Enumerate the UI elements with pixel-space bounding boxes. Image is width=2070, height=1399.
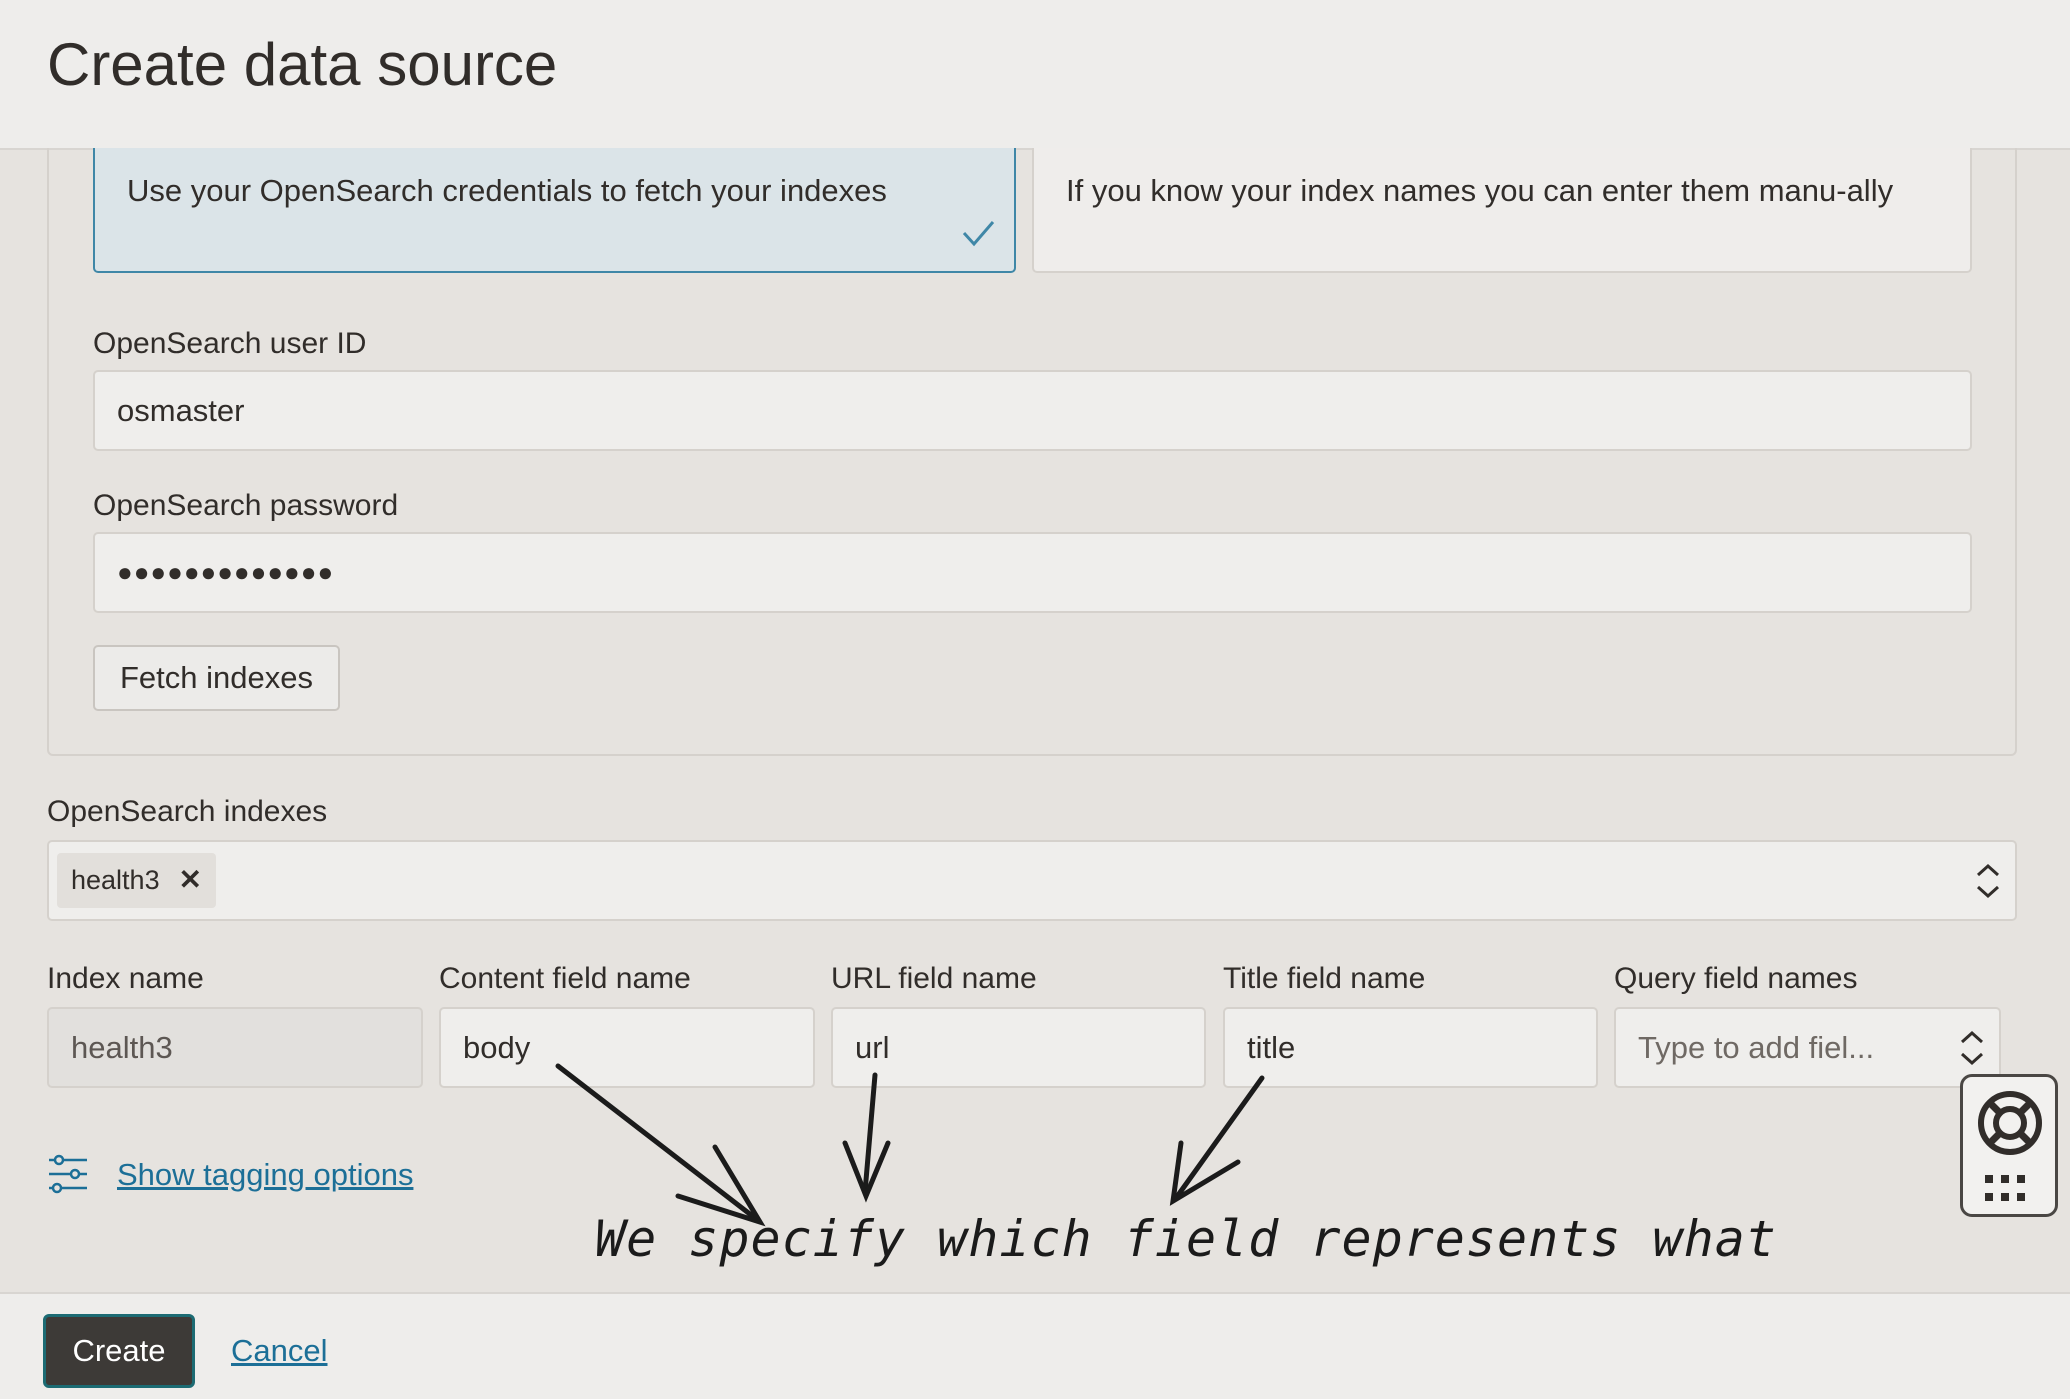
user-id-label: OpenSearch user ID (93, 327, 367, 360)
option-manual-entry[interactable]: If you know your index names you can ent… (1032, 148, 1972, 273)
password-input[interactable]: ●●●●●●●●●●●●● (93, 532, 1972, 613)
checkmark-icon (962, 221, 995, 247)
help-widget[interactable] (1960, 1074, 2058, 1217)
option-fetch-indexes[interactable]: Use your OpenSearch credentials to fetch… (93, 148, 1016, 273)
show-tagging-options-link[interactable]: Show tagging options (117, 1157, 413, 1193)
indexes-label: OpenSearch indexes (47, 795, 328, 828)
index-name-field: health3 (47, 1007, 423, 1088)
option-fetch-label: Use your OpenSearch credentials to fetch… (127, 173, 887, 208)
url-field-input[interactable]: url (831, 1007, 1206, 1088)
query-fields-input[interactable]: Type to add fiel... (1614, 1007, 2001, 1088)
url-field-label: URL field name (831, 962, 1037, 995)
chevron-updown-icon[interactable] (1958, 1028, 1986, 1068)
index-chip: health3 ✕ (57, 853, 216, 908)
chevron-updown-icon[interactable] (1974, 861, 2002, 901)
title-field-label: Title field name (1223, 962, 1426, 995)
annotation-text: We specify which field represents what (595, 1210, 1777, 1268)
create-button[interactable]: Create (43, 1314, 195, 1388)
option-manual-label: If you know your index names you can ent… (1066, 173, 1894, 208)
page-title: Create data source (47, 31, 558, 98)
index-name-label: Index name (47, 962, 204, 995)
sliders-icon (49, 1154, 87, 1194)
password-label: OpenSearch password (93, 489, 399, 522)
title-field-input[interactable]: title (1223, 1007, 1598, 1088)
fetch-indexes-button[interactable]: Fetch indexes (93, 645, 340, 711)
content-field-label: Content field name (439, 962, 691, 995)
content-field-input[interactable]: body (439, 1007, 815, 1088)
cancel-link[interactable]: Cancel (231, 1333, 328, 1369)
dialog-header: Create data source (0, 0, 2070, 150)
grid-dots-icon (1985, 1175, 2025, 1201)
index-chip-label: health3 (71, 865, 160, 895)
remove-icon[interactable]: ✕ (179, 863, 202, 896)
indexes-select[interactable] (47, 840, 2017, 921)
user-id-input[interactable]: osmaster (93, 370, 1972, 451)
query-fields-label: Query field names (1614, 962, 1858, 995)
lifebuoy-icon (1978, 1091, 2042, 1155)
